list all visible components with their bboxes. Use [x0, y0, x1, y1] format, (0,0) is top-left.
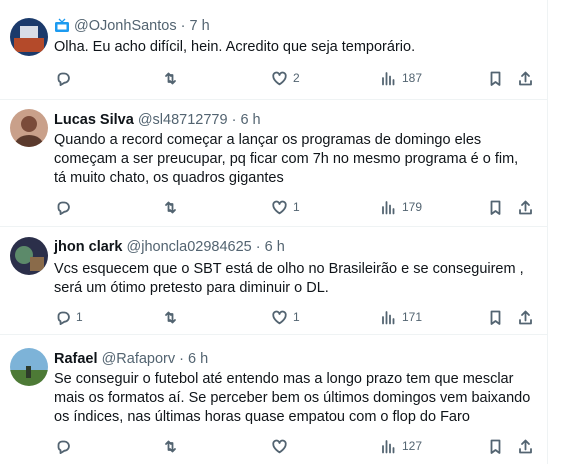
- reply-button[interactable]: [54, 68, 76, 88]
- views-button[interactable]: 171: [380, 307, 422, 327]
- user-name[interactable]: Lucas Silva: [54, 112, 134, 128]
- views-icon: [380, 199, 397, 216]
- retweet-button[interactable]: [162, 197, 179, 217]
- like-button[interactable]: [271, 436, 293, 456]
- bookmark-icon: [487, 199, 504, 216]
- tweet-actions: 1 179: [54, 197, 534, 217]
- tweet-text: Olha. Eu acho difícil, hein. Acredito qu…: [54, 39, 416, 55]
- views-button[interactable]: 127: [380, 436, 422, 456]
- reply-button[interactable]: [54, 197, 76, 217]
- tweet-header: @OJonhSantos · 7 h: [54, 17, 210, 38]
- bookmark-icon: [487, 438, 504, 455]
- avatar[interactable]: [10, 348, 48, 386]
- avatar[interactable]: [10, 18, 48, 56]
- share-button[interactable]: [517, 68, 534, 88]
- user-handle[interactable]: @sl48712779: [138, 112, 228, 128]
- like-button[interactable]: 1: [271, 197, 300, 217]
- views-count: 171: [402, 310, 423, 324]
- views-button[interactable]: 179: [380, 197, 422, 217]
- share-icon: [517, 199, 534, 216]
- reply-count: 1: [76, 310, 83, 324]
- share-button[interactable]: [517, 307, 534, 327]
- tweet-text: Vcs esquecem que o SBT está de olho no B…: [54, 261, 524, 296]
- share-icon: [517, 438, 534, 455]
- heart-icon: [271, 199, 288, 216]
- separator-dot: ·: [251, 239, 265, 255]
- views-count: 179: [402, 200, 423, 214]
- reply-button[interactable]: [54, 436, 76, 456]
- timestamp[interactable]: 6 h: [188, 351, 208, 367]
- user-name[interactable]: Rafael: [54, 351, 98, 367]
- bookmark-icon: [487, 309, 504, 326]
- like-count: 1: [293, 200, 300, 214]
- tweet-card[interactable]: @OJonhSantos · 7 h Olha. Eu acho difícil…: [0, 0, 547, 100]
- separator-dot: ·: [176, 18, 190, 34]
- separator-dot: ·: [175, 351, 189, 367]
- tweet-card[interactable]: jhon clark @jhoncla02984625 · 6 h Vcs es…: [0, 227, 547, 335]
- tweet-actions: 2 187: [54, 68, 534, 88]
- user-handle[interactable]: @jhoncla02984625: [127, 239, 252, 255]
- views-icon: [380, 70, 397, 87]
- views-count: 127: [402, 439, 423, 453]
- views-icon: [380, 438, 397, 455]
- reply-icon: [54, 70, 71, 87]
- retweet-icon: [162, 199, 179, 216]
- retweet-button[interactable]: [162, 68, 179, 88]
- timeline: @OJonhSantos · 7 h Olha. Eu acho difícil…: [0, 0, 547, 464]
- timestamp[interactable]: 6 h: [240, 112, 260, 128]
- tweet-actions: 127: [54, 436, 534, 456]
- share-icon: [517, 70, 534, 87]
- user-handle[interactable]: @Rafaporv: [102, 351, 176, 367]
- retweet-button[interactable]: [162, 307, 179, 327]
- tweet-actions: 1 1 171: [54, 307, 534, 327]
- like-count: 2: [293, 71, 300, 85]
- tweet-card[interactable]: Rafael @Rafaporv · 6 h Se conseguir o fu…: [0, 335, 547, 464]
- like-button[interactable]: 2: [271, 68, 300, 88]
- separator-dot: ·: [227, 112, 241, 128]
- share-button[interactable]: [517, 197, 534, 217]
- heart-icon: [271, 309, 288, 326]
- tweet-header: jhon clark @jhoncla02984625 · 6 h: [54, 238, 285, 256]
- views-count: 187: [402, 71, 423, 85]
- avatar[interactable]: [10, 237, 48, 275]
- scrollbar-track[interactable]: [547, 0, 563, 464]
- bookmark-button[interactable]: [487, 68, 504, 88]
- timestamp[interactable]: 6 h: [265, 239, 285, 255]
- avatar[interactable]: [10, 109, 48, 147]
- share-button[interactable]: [517, 436, 534, 456]
- tweet-header: Lucas Silva @sl48712779 · 6 h: [54, 111, 261, 129]
- tweet-card[interactable]: Lucas Silva @sl48712779 · 6 h Quando a r…: [0, 100, 547, 227]
- bookmark-button[interactable]: [487, 307, 504, 327]
- retweet-icon: [162, 70, 179, 87]
- heart-icon: [271, 438, 288, 455]
- reply-button[interactable]: 1: [54, 307, 83, 327]
- timestamp[interactable]: 7 h: [189, 18, 209, 34]
- tv-icon: [54, 18, 70, 38]
- reply-icon: [54, 438, 71, 455]
- views-button[interactable]: 187: [380, 68, 422, 88]
- like-button[interactable]: 1: [271, 307, 300, 327]
- bookmark-button[interactable]: [487, 197, 504, 217]
- user-handle[interactable]: @OJonhSantos: [74, 18, 177, 34]
- retweet-icon: [162, 438, 179, 455]
- bookmark-icon: [487, 70, 504, 87]
- reply-icon: [54, 199, 71, 216]
- tweet-text: Quando a record começar a lançar os prog…: [54, 132, 519, 186]
- like-count: 1: [293, 310, 300, 324]
- bookmark-button[interactable]: [487, 436, 504, 456]
- tweet-text: Se conseguir o futebol até entendo mas a…: [54, 371, 531, 425]
- views-icon: [380, 309, 397, 326]
- retweet-icon: [162, 309, 179, 326]
- tweet-header: Rafael @Rafaporv · 6 h: [54, 350, 208, 368]
- reply-icon: [54, 309, 71, 326]
- heart-icon: [271, 70, 288, 87]
- share-icon: [517, 309, 534, 326]
- user-name[interactable]: jhon clark: [54, 239, 123, 255]
- retweet-button[interactable]: [162, 436, 179, 456]
